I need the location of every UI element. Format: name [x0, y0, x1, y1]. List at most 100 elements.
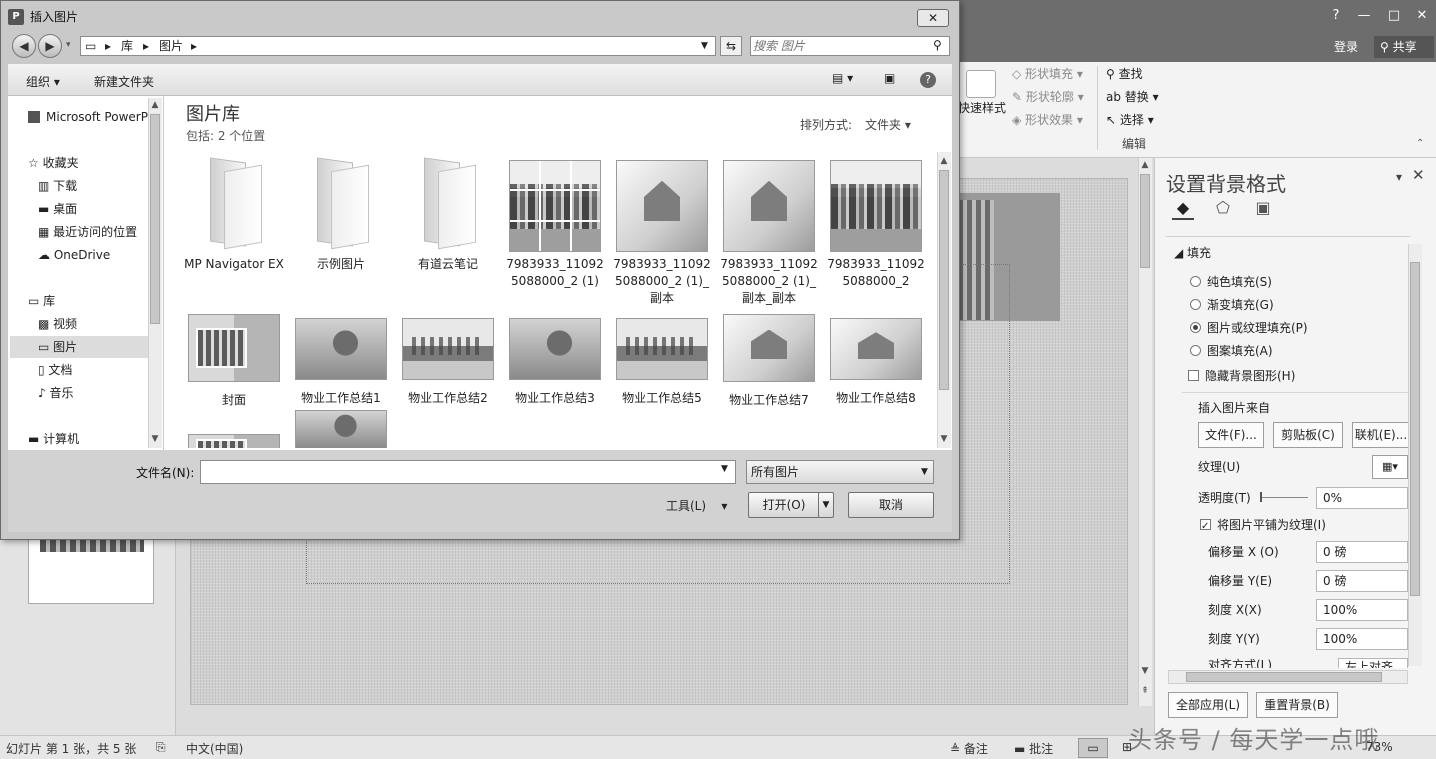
minimize-button[interactable]: — — [1350, 6, 1378, 26]
search-icon[interactable]: ⚲ — [933, 38, 942, 52]
quick-style-label[interactable]: 快速样式 — [958, 98, 1006, 118]
file-item[interactable]: 示例图片 — [291, 160, 391, 273]
back-arrow-icon[interactable]: ◀ — [12, 34, 36, 58]
transparency-slider[interactable] — [1260, 497, 1308, 498]
file-item[interactable]: 物业工作总结1 — [291, 306, 391, 407]
refresh-icon[interactable]: ⇆ — [720, 36, 742, 56]
hide-background-checkbox[interactable]: 隐藏背景图形(H) — [1188, 365, 1295, 387]
search-box[interactable]: ⚲ — [750, 36, 950, 56]
login-link[interactable]: 登录 — [1334, 38, 1358, 55]
slider-handle[interactable] — [1260, 492, 1262, 502]
breadcrumb-separator-icon[interactable]: ▸ — [143, 37, 149, 55]
insert-file-button[interactable]: 文件(F)... — [1198, 422, 1264, 448]
picture-tab-icon[interactable]: ▣ — [1252, 198, 1274, 220]
reset-background-button[interactable]: 重置背景(B) — [1256, 692, 1338, 718]
organize-menu[interactable]: 组织 ▾ — [26, 73, 60, 90]
tools-menu[interactable]: 工具(L) ▾ — [666, 497, 727, 514]
file-item[interactable]: 物业工作总结5 — [612, 306, 712, 407]
file-item[interactable]: 7983933_110925088000_2 (1) — [505, 160, 605, 290]
prev-slide-icon[interactable]: ⇞ — [1138, 684, 1152, 698]
spellcheck-icon[interactable]: ⎘ — [156, 740, 166, 755]
scale-x-field[interactable]: 100% — [1316, 599, 1408, 621]
preview-pane-icon[interactable]: ▣ — [884, 71, 895, 85]
filename-input[interactable] — [203, 463, 713, 481]
forward-arrow-icon[interactable]: ▶ — [38, 34, 62, 58]
file-item[interactable]: MP Navigator EX — [184, 160, 284, 273]
offset-y-field[interactable]: 0 磅 — [1316, 570, 1408, 592]
filetype-select[interactable]: 所有图片 ▼ — [746, 460, 934, 484]
breadcrumb-library[interactable]: 库 — [121, 37, 133, 55]
pane-close-icon[interactable]: ✕ — [1412, 166, 1425, 184]
offset-x-field[interactable]: 0 磅 — [1316, 541, 1408, 563]
replace-button[interactable]: ab 替换 ▾ — [1106, 87, 1159, 107]
picture-fill-option[interactable]: 图片或纹理填充(P) — [1190, 317, 1308, 339]
file-item[interactable]: 7983933_110925088000_2 (1)_副本 — [612, 160, 712, 307]
nav-scroll-up-icon[interactable]: ▲ — [148, 98, 162, 112]
notes-button[interactable]: ≜ 备注 — [950, 740, 988, 757]
file-item[interactable]: 7983933_110925088000_2 — [826, 160, 926, 290]
nav-item-pictures[interactable]: ▭ 图片 — [10, 336, 148, 358]
nav-scroll-thumb[interactable] — [150, 114, 160, 324]
scroll-thumb[interactable] — [1140, 174, 1150, 268]
tile-texture-checkbox[interactable]: 将图片平铺为纹理(I) — [1200, 514, 1326, 538]
fill-tab-icon[interactable]: ◆ — [1172, 198, 1194, 220]
select-button[interactable]: ↖ 选择 ▾ — [1106, 110, 1154, 130]
recent-pages-chevron-icon[interactable]: ▾ — [66, 40, 71, 50]
help-icon[interactable]: ? — [1322, 6, 1350, 26]
insert-clipboard-button[interactable]: 剪贴板(C) — [1273, 422, 1343, 448]
filename-combobox[interactable]: ▼ — [200, 460, 736, 484]
effects-tab-icon[interactable]: ⬠ — [1212, 198, 1234, 220]
pane-options-icon[interactable]: ▾ — [1396, 170, 1402, 184]
nav-item-powerpoint[interactable]: Microsoft PowerP — [28, 106, 168, 128]
list-scroll-thumb[interactable] — [939, 170, 949, 390]
search-input[interactable] — [753, 38, 925, 54]
close-window-button[interactable]: ✕ — [1408, 6, 1436, 26]
new-folder-button[interactable]: 新建文件夹 — [94, 73, 154, 90]
view-options-icon[interactable]: ▤ ▾ — [832, 71, 853, 85]
quick-style-icon[interactable] — [966, 70, 996, 98]
breadcrumb-separator-icon[interactable]: ▸ — [191, 37, 197, 55]
solid-fill-option[interactable]: 纯色填充(S) — [1190, 271, 1272, 293]
find-button[interactable]: ⚲ 查找 — [1106, 64, 1143, 84]
nav-scroll-down-icon[interactable]: ▼ — [148, 432, 162, 446]
pane-hscroll-thumb[interactable] — [1186, 672, 1382, 682]
checkbox-icon[interactable] — [1188, 370, 1199, 381]
file-item[interactable] — [184, 412, 284, 448]
share-button[interactable]: ⚲ 共享 — [1374, 36, 1434, 58]
help-icon[interactable]: ? — [920, 72, 936, 88]
cancel-button[interactable]: 取消 — [848, 492, 934, 518]
gradient-fill-option[interactable]: 渐变填充(G) — [1190, 294, 1274, 316]
list-scroll-up-icon[interactable]: ▲ — [937, 154, 951, 168]
chevron-down-icon[interactable]: ▼ — [721, 464, 728, 474]
radio-selected-icon[interactable] — [1190, 322, 1201, 333]
nav-item-favorites[interactable]: ☆ 收藏夹 — [28, 152, 168, 174]
breadcrumb-pictures[interactable]: 图片 — [159, 37, 183, 55]
nav-item-library[interactable]: ▭ 库 — [28, 290, 168, 312]
address-bar[interactable]: ▭ ▸ 库 ▸ 图片 ▸ ▼ — [80, 36, 716, 56]
file-item[interactable] — [291, 410, 391, 448]
open-button[interactable]: 打开(O) — [748, 492, 820, 518]
file-item[interactable]: 物业工作总结3 — [505, 306, 605, 407]
comments-button[interactable]: ▬ 批注 — [1014, 740, 1053, 757]
radio-icon[interactable] — [1190, 345, 1201, 356]
fill-section-header[interactable]: ◢ 填充 — [1174, 242, 1211, 264]
breadcrumb-separator-icon[interactable]: ▸ — [105, 37, 111, 55]
dialog-close-button[interactable]: ✕ — [917, 9, 949, 27]
file-item[interactable]: 物业工作总结2 — [398, 306, 498, 407]
pane-scroll-thumb[interactable] — [1410, 262, 1420, 596]
transparency-field[interactable]: 0% — [1316, 487, 1408, 509]
apply-all-button[interactable]: 全部应用(L) — [1168, 692, 1248, 718]
list-scroll-down-icon[interactable]: ▼ — [937, 432, 951, 446]
shape-outline-button[interactable]: ✎ 形状轮廓 ▾ — [1012, 87, 1084, 107]
open-options-dropdown-icon[interactable]: ▼ — [818, 492, 834, 518]
normal-view-icon[interactable]: ▭ — [1078, 738, 1108, 758]
maximize-button[interactable]: □ — [1380, 6, 1408, 26]
insert-online-button[interactable]: 联机(E)... — [1352, 422, 1410, 448]
collapse-ribbon-icon[interactable]: ⌃ — [1416, 138, 1424, 149]
address-dropdown-icon[interactable]: ▼ — [701, 37, 708, 55]
scroll-down-arrow[interactable]: ▼ — [1138, 664, 1152, 678]
file-item[interactable]: 封面 — [184, 306, 284, 409]
radio-icon[interactable] — [1190, 299, 1201, 310]
library-locations[interactable]: 包括: 2 个位置 — [186, 127, 265, 144]
pattern-fill-option[interactable]: 图案填充(A) — [1190, 340, 1273, 362]
